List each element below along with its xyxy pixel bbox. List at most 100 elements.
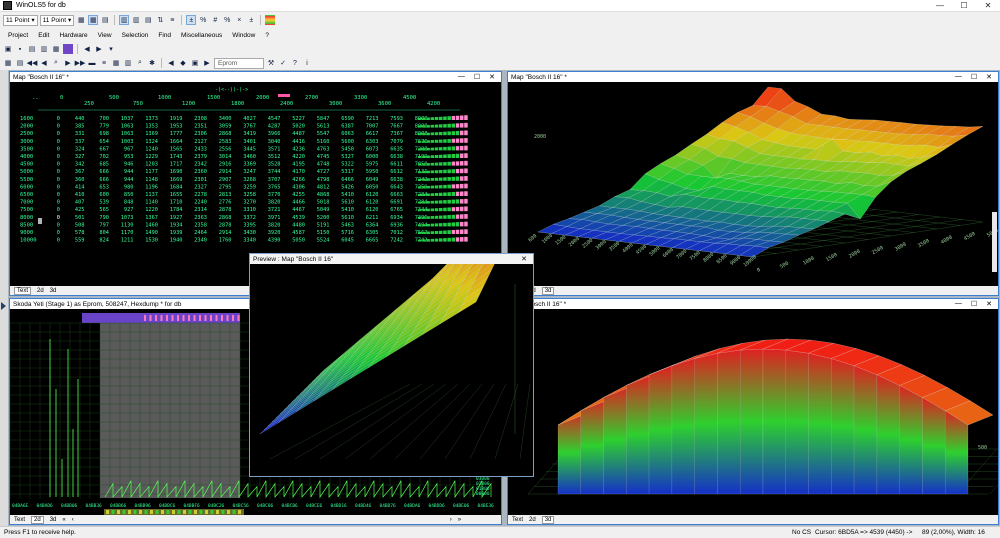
block-icon[interactable]: ▬ — [87, 58, 97, 68]
menu-miscellaneous[interactable]: Miscellaneous — [181, 32, 222, 39]
chevron-down-icon[interactable]: ▾ — [106, 44, 116, 54]
font-size-select-1[interactable]: 11 Point ▾ — [3, 14, 38, 26]
menu-project[interactable]: Project — [8, 32, 28, 39]
menu-hardware[interactable]: Hardware — [59, 32, 87, 39]
close-icon[interactable]: ✕ — [489, 73, 495, 81]
maximize-icon[interactable]: ☐ — [952, 0, 976, 12]
tab-3d[interactable]: 3d — [541, 286, 555, 295]
import-icon[interactable]: ▤ — [27, 44, 37, 54]
map-marker — [166, 315, 168, 321]
save-icon[interactable]: ▪ — [15, 44, 25, 54]
eprom-field[interactable]: Eprom — [214, 57, 264, 69]
export-icon[interactable]: ▥ — [39, 44, 49, 54]
minimize-icon[interactable]: — — [458, 73, 465, 81]
check-icon[interactable]: ✓ — [278, 58, 288, 68]
scroll-right-icon[interactable]: › — [450, 517, 452, 523]
hilo-button[interactable]: ▥ — [119, 15, 130, 25]
open-project-icon[interactable]: ▣ — [3, 44, 13, 54]
bits-32-button[interactable]: ▤ — [100, 15, 110, 25]
menu-help[interactable]: ? — [265, 32, 269, 39]
row-bar-segment — [455, 168, 460, 174]
tab-3d[interactable]: 3d — [50, 288, 57, 294]
restore-icon[interactable]: ☐ — [971, 300, 977, 308]
tab-text[interactable]: Text — [14, 517, 25, 523]
mark-icon[interactable]: ▥ — [123, 58, 133, 68]
fast-forward-icon[interactable]: ▶▶ — [75, 58, 86, 68]
percent-icon[interactable]: % — [222, 15, 232, 25]
rewind-icon[interactable]: ◀◀ — [27, 58, 38, 68]
decimal-button[interactable]: # — [210, 15, 220, 25]
bits-16-button[interactable]: ▦ — [88, 15, 99, 25]
font-size-select-2[interactable]: 11 Point ▾ — [39, 14, 75, 26]
close-icon[interactable]: ✕ — [521, 255, 527, 263]
back-icon[interactable]: ◀ — [166, 58, 176, 68]
print-icon[interactable]: ▦ — [51, 44, 61, 54]
close-icon[interactable]: ✕ — [976, 0, 1000, 12]
prev-icon[interactable]: ◀ — [82, 44, 92, 54]
restore-icon[interactable]: ☐ — [971, 73, 977, 81]
find-icon[interactable]: ⌕ — [135, 58, 145, 68]
table-cell: 4539 — [292, 215, 305, 221]
tab-2d[interactable]: 2d — [529, 517, 536, 523]
step-back-icon[interactable]: ◀ — [39, 58, 49, 68]
offset-icon[interactable]: ± — [246, 15, 256, 25]
map-icon[interactable]: ▦ — [3, 58, 13, 68]
car-icon[interactable]: ◆ — [178, 58, 188, 68]
menu-view[interactable]: View — [98, 32, 112, 39]
table-cell: 2342 — [194, 162, 207, 168]
menu-selection[interactable]: Selection — [122, 32, 149, 39]
info-icon[interactable]: i — [302, 58, 312, 68]
stop-icon[interactable] — [63, 44, 73, 54]
close-icon[interactable]: ✕ — [986, 300, 992, 308]
step-forward-icon[interactable]: ▶ — [63, 58, 73, 68]
diff-button[interactable]: % — [198, 15, 208, 25]
column-header: 3300 — [354, 95, 367, 101]
menu-find[interactable]: Find — [158, 32, 171, 39]
tab-2d[interactable]: 2d — [37, 288, 44, 294]
tab-text[interactable]: Text — [14, 286, 32, 295]
row-bar-segment — [430, 223, 435, 227]
row-bar-segment — [422, 170, 426, 174]
eprom-chip-icon[interactable]: ▣ — [190, 58, 200, 68]
hex-button[interactable]: ≡ — [167, 15, 177, 25]
map-3d-top-surface[interactable]: 600 1000 1500 2000 2500 3000 3500 4000 4500 5000 6… — [508, 82, 998, 288]
table-cell: 2306 — [194, 131, 207, 137]
axis-tick-label: 2000 — [534, 134, 546, 140]
tab-2d[interactable]: 2d — [31, 515, 44, 524]
preview-3d-surface[interactable] — [250, 264, 533, 476]
scroll-left-icon[interactable]: ‹ — [72, 517, 74, 523]
scroll-left-fast-icon[interactable]: « — [62, 517, 65, 523]
star-icon[interactable]: ✱ — [147, 58, 157, 68]
tab-3d[interactable]: 3d — [50, 517, 57, 523]
scroll-right-fast-icon[interactable]: » — [458, 517, 461, 523]
list-icon[interactable]: ≡ — [99, 58, 109, 68]
bits-8-button[interactable]: ▦ — [76, 15, 86, 25]
restore-icon[interactable]: ☐ — [474, 73, 480, 81]
minimize-icon[interactable]: — — [928, 0, 952, 12]
color-palette-icon[interactable] — [265, 15, 276, 25]
next-icon[interactable]: ▶ — [94, 44, 104, 54]
close-icon[interactable]: ✕ — [986, 73, 992, 81]
map-3d-bottom-surface[interactable]: 500 — [508, 309, 998, 517]
tab-3d[interactable]: 3d — [541, 515, 555, 524]
grid-icon[interactable]: ▦ — [111, 58, 121, 68]
minimize-icon[interactable]: — — [955, 300, 962, 308]
table-icon[interactable]: ▤ — [15, 58, 25, 68]
minimize-icon[interactable]: — — [955, 73, 962, 81]
low-high-button[interactable]: ⇅ — [155, 15, 165, 25]
float-button[interactable]: ▤ — [143, 15, 153, 25]
factor-icon[interactable]: × — [234, 15, 244, 25]
menu-window[interactable]: Window — [232, 32, 255, 39]
forward-icon[interactable]: ▶ — [202, 58, 212, 68]
search-icon[interactable]: ⌕ — [51, 58, 61, 68]
table-cell: 5410 — [341, 192, 354, 198]
tab-text[interactable]: Text — [512, 517, 523, 523]
wrench-icon[interactable]: ⚒ — [266, 58, 276, 68]
signed-button[interactable]: ± — [186, 15, 197, 25]
row-bar-segment — [455, 176, 460, 181]
winols-app-window: WinOLS5 for db — ☐ ✕ 11 Point ▾ 11 Point ▾… — [0, 0, 1000, 538]
menu-edit[interactable]: Edit — [38, 32, 49, 39]
help-icon[interactable]: ? — [290, 58, 300, 68]
expand-arrow-icon[interactable] — [1, 302, 6, 310]
lohi-button[interactable]: ▥ — [131, 15, 141, 25]
